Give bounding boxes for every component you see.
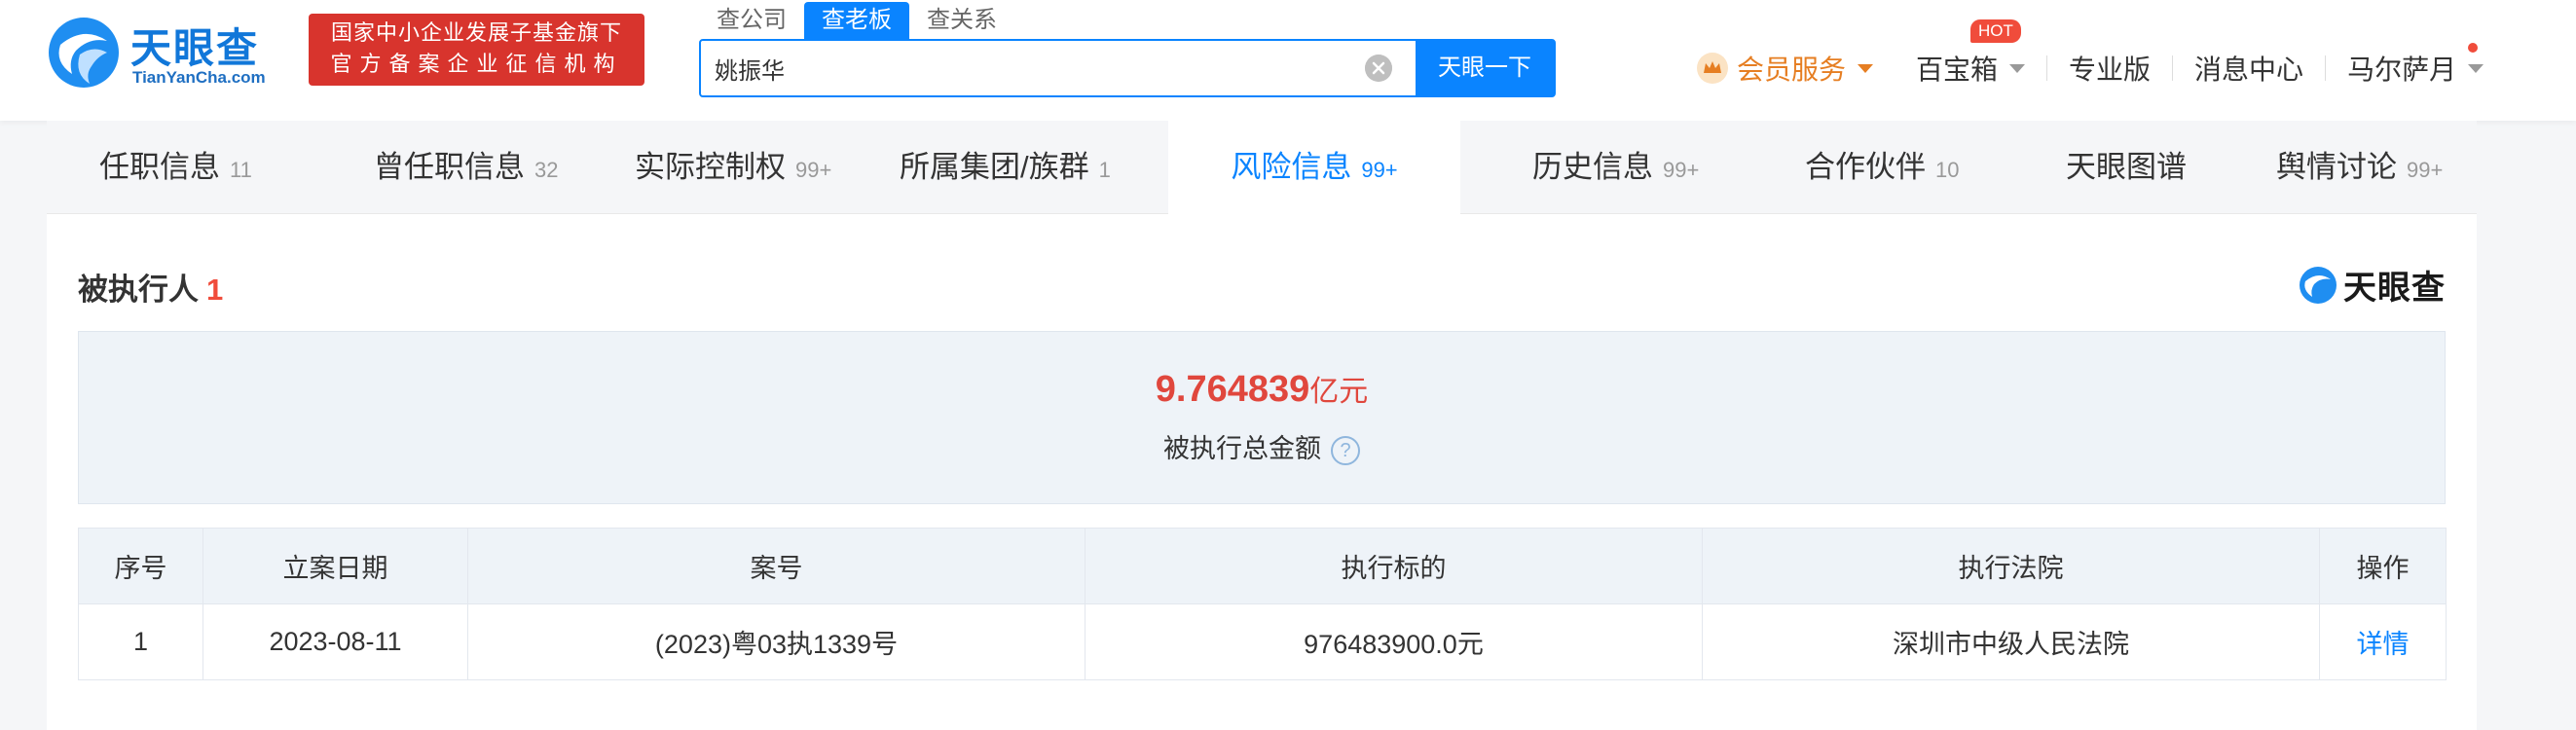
tab-label: 实际控制权 (635, 150, 786, 184)
section-count: 1 (206, 273, 224, 307)
search-tab-company[interactable]: 查公司 (699, 2, 804, 39)
cell-case-number: (2023)粤03执1339号 (467, 603, 1086, 680)
site-logo[interactable]: 天眼查 TianYanCha.com (47, 14, 290, 91)
tab-label: 风险信息 (1231, 150, 1352, 184)
tianyancha-logo-icon (2300, 266, 2337, 304)
table-header-row: 序号 立案日期 案号 执行标的 执行法院 操作 (78, 528, 2447, 604)
cell-index: 1 (78, 603, 203, 680)
total-amount: 9.764839亿元 (79, 367, 2445, 411)
profile-tabs: 任职信息 11 曾任职信息 32 实际控制权 99+ 所属集团/族群 1 风险信息 99+… (47, 121, 2477, 214)
tab-public-opinion[interactable]: 舆情讨论 99+ (2276, 121, 2443, 214)
col-header-index: 序号 (78, 528, 203, 604)
total-amount-label: 被执行总金额? (79, 427, 2445, 465)
logo-text: 天眼查 (130, 25, 260, 71)
tab-label: 天眼图谱 (2066, 150, 2187, 184)
total-amount-label-text: 被执行总金额 (1163, 434, 1321, 463)
details-link[interactable]: 详情 (2319, 603, 2447, 680)
user-name: 马尔萨月 (2347, 55, 2457, 85)
logo-subtext: TianYanCha.com (132, 68, 266, 87)
section-title: 被执行人 1 (78, 265, 223, 309)
vip-service-label: 会员服务 (1737, 55, 1847, 85)
vip-service-menu[interactable]: 会员服务 (1674, 49, 1895, 88)
tab-label: 所属集团/族群 (900, 150, 1089, 184)
clear-search-icon[interactable] (1365, 55, 1392, 82)
search-type-tabs: 查公司 查老板 查关系 (699, 2, 1014, 39)
tab-count: 1 (1098, 158, 1111, 182)
total-amount-value: 9.764839 (1155, 369, 1310, 410)
tab-positions[interactable]: 任职信息 11 (99, 121, 252, 214)
tab-label: 曾任职信息 (374, 150, 525, 184)
tab-former-positions[interactable]: 曾任职信息 32 (374, 121, 558, 214)
chevron-down-icon (2468, 63, 2484, 73)
section-title-text: 被执行人 (78, 273, 199, 307)
tab-graph[interactable]: 天眼图谱 (2066, 121, 2196, 214)
tab-label: 历史信息 (1532, 150, 1653, 184)
tab-partners[interactable]: 合作伙伴 10 (1805, 121, 1959, 214)
total-amount-unit: 亿元 (1309, 376, 1369, 408)
tab-count: 99+ (1663, 158, 1700, 182)
watermark-text: 天眼查 (2343, 270, 2446, 307)
vip-crown-icon (1697, 53, 1728, 84)
col-header-court: 执行法院 (1702, 528, 2320, 604)
search-box: 天眼一下 (699, 39, 1556, 97)
tab-actual-control[interactable]: 实际控制权 99+ (635, 121, 831, 214)
tab-count: 99+ (1361, 158, 1398, 182)
official-badge: 国家中小企业发展子基金旗下 官方备案企业征信机构 (309, 14, 644, 86)
executed-person-panel: 被执行人 1 天眼查 9.764839亿元 被执行总金额? 序号 立案日期 案号 … (47, 214, 2477, 730)
hot-badge: HOT (1970, 19, 2021, 43)
cell-execution-amount: 976483900.0元 (1085, 603, 1703, 680)
tianyancha-logo-icon (49, 18, 119, 88)
tab-count: 99+ (795, 158, 832, 182)
tab-risk-info[interactable]: 风险信息 99+ (1168, 121, 1460, 214)
table-row: 1 2023-08-11 (2023)粤03执1339号 976483900.0… (78, 603, 2447, 680)
tianyancha-watermark: 天眼查 (2299, 261, 2446, 309)
search-button[interactable]: 天眼一下 (1416, 41, 1554, 95)
tab-label: 舆情讨论 (2276, 150, 2397, 184)
search-tab-boss[interactable]: 查老板 (804, 2, 909, 39)
search-input[interactable] (715, 41, 1357, 95)
badge-line-2: 官方备案企业征信机构 (330, 52, 623, 76)
toolbox-label: 百宝箱 (1916, 55, 1999, 85)
toolbox-menu[interactable]: 百宝箱 (1895, 49, 2046, 88)
top-header: 天眼查 TianYanCha.com 国家中小企业发展子基金旗下 官方备案企业征… (0, 0, 2576, 121)
cell-court: 深圳市中级人民法院 (1702, 603, 2320, 680)
search-tab-relation[interactable]: 查关系 (909, 2, 1014, 39)
top-nav: 会员服务 百宝箱 HOT 专业版 消息中心 马尔萨月 (1674, 19, 2505, 97)
col-header-execution-amount: 执行标的 (1085, 528, 1703, 604)
tab-history[interactable]: 历史信息 99+ (1532, 121, 1699, 214)
tab-count: 10 (1935, 158, 1960, 182)
help-icon[interactable]: ? (1331, 435, 1360, 465)
col-header-filing-date: 立案日期 (202, 528, 468, 604)
total-amount-summary: 9.764839亿元 被执行总金额? (78, 331, 2446, 504)
tab-count: 99+ (2407, 158, 2444, 182)
cell-filing-date: 2023-08-11 (202, 603, 468, 680)
chevron-down-icon (1858, 63, 1874, 73)
user-menu[interactable]: 马尔萨月 (2326, 43, 2505, 88)
message-center-link[interactable]: 消息中心 (2173, 49, 2325, 88)
tab-group[interactable]: 所属集团/族群 1 (900, 121, 1111, 214)
tab-count: 32 (534, 158, 559, 182)
notification-dot (2468, 43, 2479, 53)
tab-label: 任职信息 (99, 150, 220, 184)
tab-label: 合作伙伴 (1805, 150, 1926, 184)
col-header-case-number: 案号 (467, 528, 1086, 604)
col-header-action: 操作 (2319, 528, 2447, 604)
execution-table: 序号 立案日期 案号 执行标的 执行法院 操作 1 2023-08-11 (20… (78, 528, 2447, 680)
chevron-down-icon (2009, 63, 2026, 73)
badge-line-1: 国家中小企业发展子基金旗下 (330, 20, 622, 45)
pro-version-link[interactable]: 专业版 (2047, 49, 2172, 88)
tab-count: 11 (230, 158, 252, 182)
